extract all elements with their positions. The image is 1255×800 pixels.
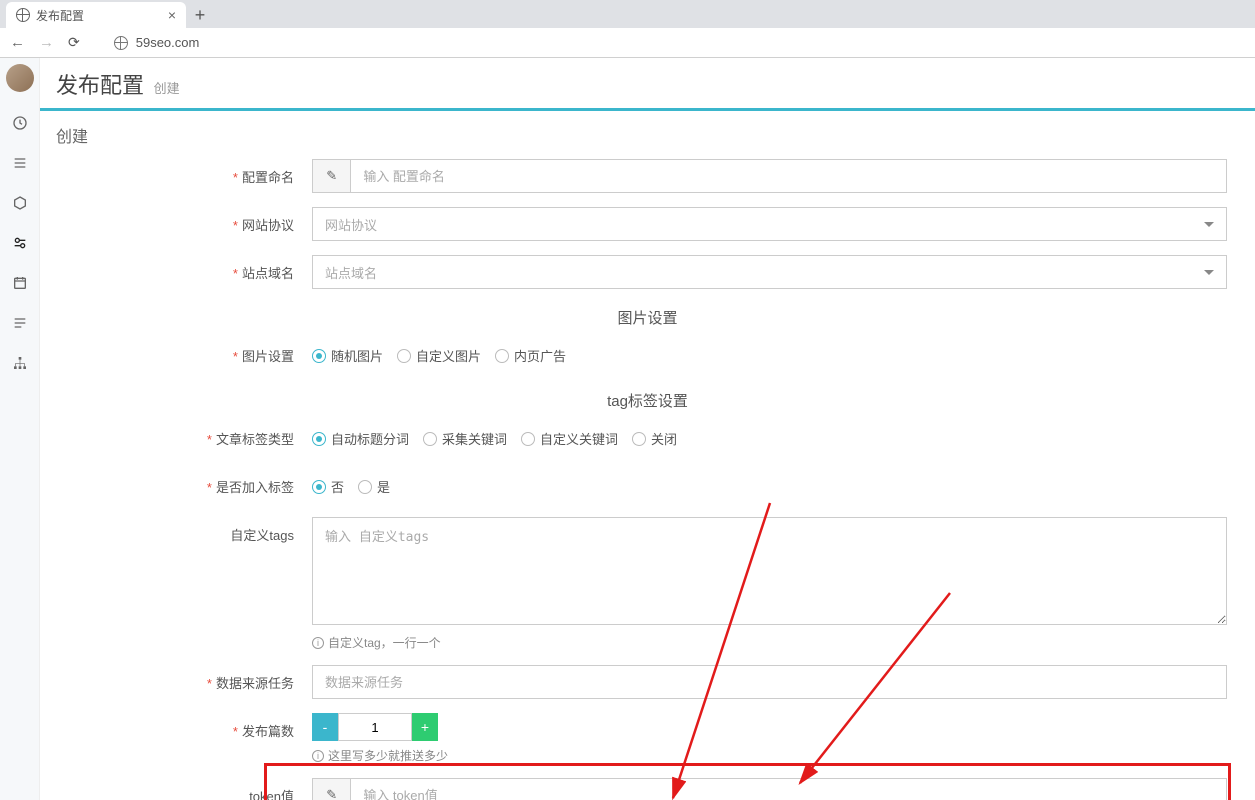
radio-icon [397, 349, 411, 363]
panel-title: 创建 [48, 111, 1247, 159]
label-token: token值 [68, 778, 312, 800]
page-subtitle: 创建 [154, 81, 180, 96]
increment-button[interactable]: + [412, 713, 438, 741]
site-domain-select[interactable]: 站点域名 [312, 255, 1227, 289]
radio-label: 自定义图片 [416, 346, 481, 365]
radio-label: 否 [331, 477, 344, 496]
settings-icon[interactable] [11, 234, 29, 252]
custom-tags-help: i自定义tag，一行一个 [312, 634, 1227, 651]
join-tag-radios: 否是 [312, 469, 1227, 496]
page-title: 发布配置 [56, 73, 144, 98]
label-image-setting: *图片设置 [68, 338, 312, 365]
radio-label: 自定义关键词 [540, 429, 618, 448]
image-setting-radios: 随机图片 自定义图片 内页广告 [312, 338, 1227, 365]
avatar[interactable] [6, 64, 34, 92]
radio-label: 关闭 [651, 429, 677, 448]
browser-tab[interactable]: 发布配置 × [6, 2, 186, 28]
decrement-button[interactable]: - [312, 713, 338, 741]
radio-join_tag-0[interactable]: 否 [312, 477, 344, 496]
radio-icon [521, 432, 535, 446]
pencil-icon: ✎ [312, 778, 350, 800]
radio-article_tag_type-1[interactable]: 采集关键词 [423, 429, 507, 448]
sidebar [0, 58, 40, 800]
menu-icon[interactable] [11, 154, 29, 172]
list-icon[interactable] [11, 314, 29, 332]
radio-icon [358, 480, 372, 494]
label-custom-tags: 自定义tags [68, 517, 312, 544]
label-site-protocol: *网站协议 [68, 207, 312, 234]
article-tag-type-radios: 自动标题分词 采集关键词 自定义关键词 关闭 [312, 421, 1227, 448]
globe-icon [16, 8, 30, 22]
new-tab-button[interactable]: + [186, 2, 214, 28]
back-button[interactable]: ← [10, 34, 25, 51]
radio-label: 采集关键词 [442, 429, 507, 448]
hex-icon[interactable] [11, 194, 29, 212]
sitemap-icon[interactable] [11, 354, 29, 372]
radio-icon [423, 432, 437, 446]
data-source-input[interactable] [312, 665, 1227, 699]
radio-image_setting-2[interactable]: 内页广告 [495, 346, 566, 365]
radio-join_tag-1[interactable]: 是 [358, 477, 390, 496]
config-name-input[interactable] [350, 159, 1227, 193]
tab-close-icon[interactable]: × [168, 7, 176, 23]
dashboard-icon[interactable] [11, 114, 29, 132]
browser-tab-strip: 发布配置 × + [0, 0, 1255, 28]
url-text: 59seo.com [136, 35, 200, 50]
forward-button: → [39, 34, 54, 51]
info-icon: i [312, 637, 324, 649]
radio-image_setting-1[interactable]: 自定义图片 [397, 346, 481, 365]
radio-article_tag_type-0[interactable]: 自动标题分词 [312, 429, 409, 448]
radio-label: 自动标题分词 [331, 429, 409, 448]
radio-icon [312, 480, 326, 494]
page-header: 发布配置 创建 [40, 58, 1255, 111]
label-config-name: *配置命名 [68, 159, 312, 186]
radio-icon [312, 349, 326, 363]
radio-label: 随机图片 [331, 346, 383, 365]
publish-count-help: i这里写多少就推送多少 [312, 747, 1227, 764]
radio-label: 是 [377, 477, 390, 496]
label-join-tag: *是否加入标签 [68, 469, 312, 496]
radio-article_tag_type-2[interactable]: 自定义关键词 [521, 429, 618, 448]
label-article-tag-type: *文章标签类型 [68, 421, 312, 448]
calendar-icon[interactable] [11, 274, 29, 292]
custom-tags-textarea[interactable] [312, 517, 1227, 625]
label-publish-count: *发布篇数 [68, 713, 312, 740]
radio-article_tag_type-3[interactable]: 关闭 [632, 429, 677, 448]
section-tag-settings: tag标签设置 [68, 386, 1227, 421]
label-site-domain: *站点域名 [68, 255, 312, 282]
tab-title: 发布配置 [36, 7, 84, 24]
section-image-settings: 图片设置 [68, 303, 1227, 338]
browser-toolbar: ← → ⟳ 59seo.com [0, 28, 1255, 58]
label-data-source: *数据来源任务 [68, 665, 312, 692]
radio-image_setting-0[interactable]: 随机图片 [312, 346, 383, 365]
pencil-icon: ✎ [312, 159, 350, 193]
globe-icon [114, 36, 128, 50]
radio-icon [495, 349, 509, 363]
publish-count-input[interactable] [338, 713, 412, 741]
radio-icon [632, 432, 646, 446]
radio-icon [312, 432, 326, 446]
radio-label: 内页广告 [514, 346, 566, 365]
info-icon: i [312, 750, 324, 762]
site-protocol-select[interactable]: 网站协议 [312, 207, 1227, 241]
token-input[interactable] [350, 778, 1227, 800]
reload-button[interactable]: ⟳ [68, 34, 80, 51]
url-bar[interactable]: 59seo.com [94, 35, 200, 50]
